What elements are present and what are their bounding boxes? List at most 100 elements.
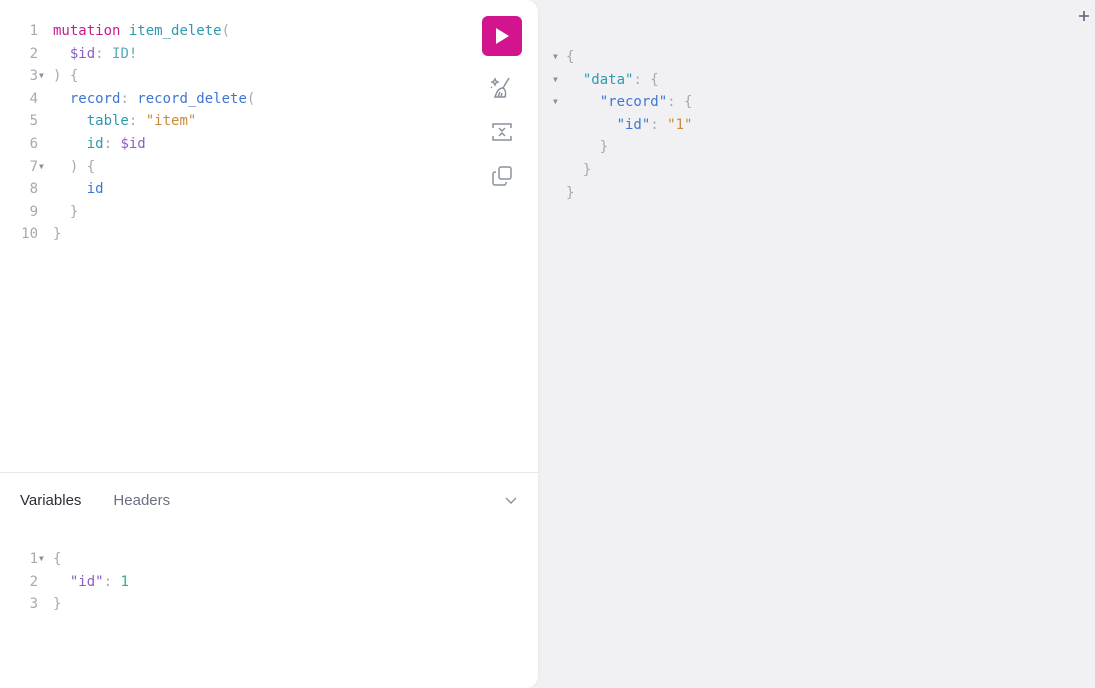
code-token: "record": [599, 94, 668, 111]
code-token: $id: [120, 135, 146, 152]
line-number: 10: [21, 226, 38, 243]
line-text: {: [53, 548, 61, 571]
line-text: }: [53, 223, 61, 246]
code-token: "id": [616, 116, 651, 133]
result-text: "data": {: [566, 69, 659, 92]
code-token: :: [103, 135, 121, 152]
code-token: :: [95, 45, 113, 62]
result-text: }: [566, 159, 591, 182]
tab-headers[interactable]: Headers: [113, 492, 170, 509]
code-token: "1": [667, 116, 693, 133]
line-text: "id": 1: [53, 571, 129, 594]
code-token: $id: [69, 45, 96, 62]
code-token: :: [128, 113, 146, 130]
prettify-button[interactable]: [482, 76, 522, 100]
add-tab-button[interactable]: [1076, 8, 1092, 24]
code-token: "data": [582, 71, 634, 88]
code-token: }: [566, 161, 592, 178]
line-text: id: [53, 178, 104, 201]
line-number: 1: [29, 23, 38, 39]
line-text: ) {: [53, 65, 78, 88]
merge-fragments-button[interactable]: [482, 120, 522, 144]
code-token: "id": [69, 573, 104, 590]
tab-variables[interactable]: Variables: [20, 492, 81, 509]
chevron-down-icon: [505, 497, 517, 504]
code-token: {: [53, 551, 62, 567]
code-token: :: [120, 90, 138, 107]
code-token: ) {: [53, 158, 96, 175]
code-token: :: [650, 116, 668, 133]
fold-toggle-icon[interactable]: ▼: [553, 69, 558, 92]
line-number: 2: [29, 45, 38, 62]
code-token: }: [53, 596, 62, 613]
result-text: }: [566, 182, 574, 205]
code-token: 1: [120, 573, 129, 590]
query-editor[interactable]: 1 mutation item_delete(2 $id: ID! 3 ▼) {4 r…: [0, 0, 538, 472]
line-number: 6: [29, 135, 38, 152]
line-number: 4: [29, 90, 38, 107]
code-token: }: [53, 203, 79, 220]
editor-toolbar: [482, 16, 522, 188]
code-token: (: [221, 23, 231, 39]
code-token: record: [69, 90, 121, 107]
code-token: : {: [667, 94, 693, 111]
code-token: record_delete: [137, 90, 247, 107]
play-icon: [496, 28, 509, 44]
run-query-button[interactable]: [482, 16, 522, 56]
result-text: "record": {: [566, 91, 693, 114]
merge-icon: [492, 123, 512, 141]
result-text: {: [566, 46, 574, 69]
fold-toggle-icon[interactable]: ▼: [553, 91, 558, 114]
line-text: record: record_delete(: [53, 88, 255, 111]
code-token: }: [566, 139, 609, 156]
fold-toggle-icon[interactable]: ▼: [553, 46, 558, 69]
code-token: (: [246, 90, 256, 107]
code-token: id: [86, 181, 104, 198]
line-number: 3: [29, 68, 38, 85]
line-text: id: $id: [53, 133, 146, 156]
line-text: ) {: [53, 156, 95, 179]
line-text: }: [53, 593, 61, 616]
line-text: }: [53, 201, 78, 224]
code-token: "item": [145, 113, 197, 130]
code-token: : {: [633, 71, 659, 88]
code-token: }: [566, 184, 575, 201]
query-panel: 1 mutation item_delete(2 $id: ID! 3 ▼) {4 r…: [0, 0, 538, 688]
copy-query-button[interactable]: [482, 164, 522, 188]
fold-toggle-icon[interactable]: ▼: [39, 548, 44, 571]
code-token: }: [53, 226, 62, 243]
code-token: :: [103, 573, 121, 590]
code-token: item_delete: [128, 23, 222, 39]
code-token: ) {: [53, 68, 79, 85]
result-text: }: [566, 136, 608, 159]
collapse-toggle[interactable]: [504, 494, 518, 512]
line-number: 1: [29, 551, 38, 567]
fold-toggle-icon[interactable]: ▼: [39, 156, 44, 179]
line-number: 8: [29, 181, 38, 198]
code-token: ID!: [112, 45, 138, 62]
code-token: mutation: [53, 23, 121, 39]
panel-divider[interactable]: [0, 472, 538, 473]
line-number: 2: [29, 573, 38, 590]
line-number: 7: [29, 158, 38, 175]
code-token: table: [86, 113, 129, 130]
line-number: 9: [29, 203, 38, 220]
broom-sparkle-icon: [490, 77, 510, 98]
fold-toggle-icon[interactable]: ▼: [39, 65, 44, 88]
bottom-tabs: Variables Headers: [20, 492, 170, 509]
copy-icon: [492, 166, 512, 186]
line-number: 3: [29, 596, 38, 613]
line-text: table: "item": [53, 110, 197, 133]
code-token: id: [86, 135, 104, 152]
line-number: 5: [29, 113, 38, 130]
plus-icon: [1079, 11, 1089, 21]
